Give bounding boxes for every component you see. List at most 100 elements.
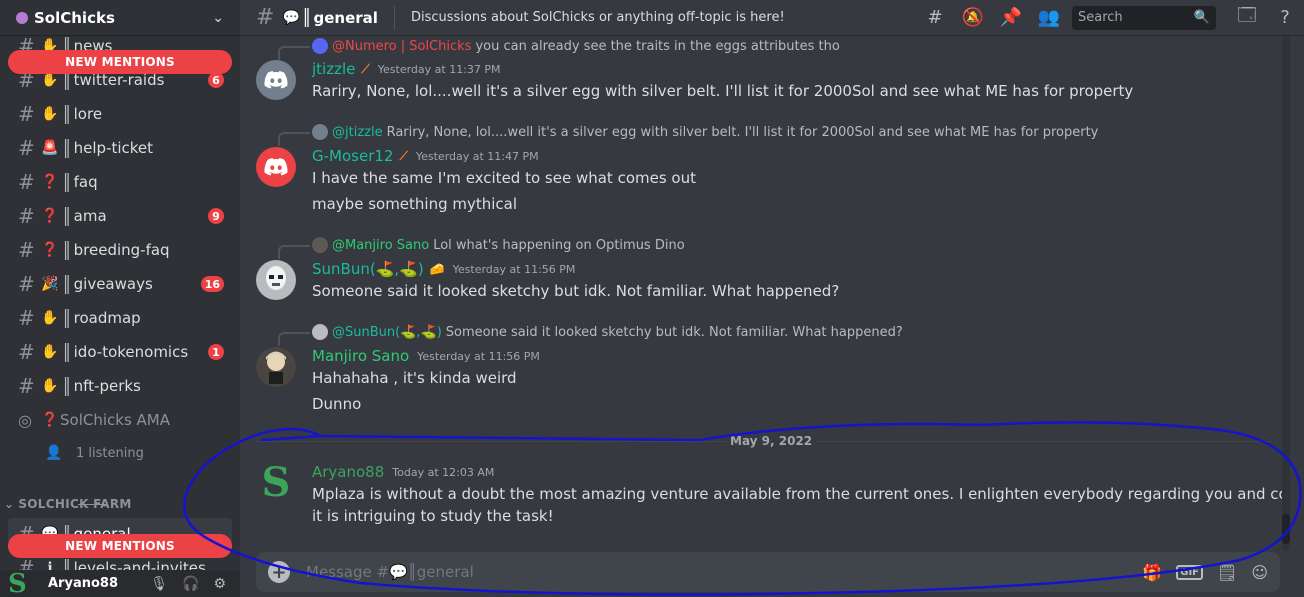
server-name: SolChicks bbox=[34, 8, 115, 27]
channel-giveaways[interactable]: # 🎉 ║ giveaways 16 bbox=[8, 268, 232, 300]
reply-avatar bbox=[312, 237, 328, 253]
message-list[interactable]: @Numero | SolChicks you can already see … bbox=[240, 36, 1288, 551]
deafen-icon[interactable]: 🎧 bbox=[182, 576, 199, 592]
discord-avatar[interactable] bbox=[256, 147, 296, 187]
message-author[interactable]: SunBun(⛳,⛳) bbox=[312, 260, 424, 278]
category-header[interactable]: ⌄ SOLCHICK FARM bbox=[4, 497, 132, 511]
message-composer[interactable]: + Message #💬║general 🎁 GIF 🗒 ☺ bbox=[256, 552, 1280, 592]
gift-icon[interactable]: 🎁 bbox=[1142, 563, 1162, 582]
scrollbar-thumb[interactable] bbox=[1282, 514, 1290, 544]
channel-roadmap[interactable]: # ✋ ║ roadmap bbox=[8, 302, 232, 334]
channel-lore[interactable]: # ✋ ║ lore bbox=[8, 98, 232, 130]
reply-reference[interactable]: @SunBun(⛳,⛳) Someone said it looked sket… bbox=[278, 322, 903, 346]
member-list-icon[interactable]: 👥 bbox=[1030, 7, 1068, 28]
anime-character-icon bbox=[266, 351, 286, 384]
channel-emoji: ✋ bbox=[41, 106, 59, 122]
manjiro-avatar[interactable] bbox=[256, 347, 296, 387]
unread-badge: 9 bbox=[208, 208, 224, 224]
unread-badge: 1 bbox=[208, 344, 224, 360]
channel-emoji: ✋ bbox=[41, 72, 59, 88]
message-text: Mplaza is without a doubt the most amazi… bbox=[312, 485, 1288, 503]
new-mentions-top-button[interactable]: NEW MENTIONS bbox=[8, 50, 232, 74]
hash-icon: # bbox=[18, 238, 35, 262]
channel-help-ticket[interactable]: # 🚨 ║ help-ticket bbox=[8, 132, 232, 164]
stage-channel-solchicks-ama[interactable]: ◎ ❓ SolChicks AMA bbox=[8, 404, 232, 436]
reply-author: @SunBun(⛳,⛳) bbox=[332, 324, 442, 340]
channel-emoji: ❓ bbox=[41, 208, 59, 224]
gif-button[interactable]: GIF bbox=[1176, 564, 1203, 580]
channel-emoji: ❓ bbox=[41, 174, 59, 190]
hash-icon: # bbox=[18, 204, 35, 228]
channel-name: SolChicks AMA bbox=[60, 411, 170, 429]
hash-icon: # bbox=[18, 170, 35, 194]
discord-logo-icon bbox=[264, 71, 288, 89]
channel-name: giveaways bbox=[73, 275, 153, 293]
message-author[interactable]: G-Moser12 bbox=[312, 147, 393, 165]
message-author[interactable]: Manjiro Sano bbox=[312, 347, 409, 365]
channel-nft-perks[interactable]: # ✋ ║ nft-perks bbox=[8, 370, 232, 402]
search-input[interactable]: Search 🔍 bbox=[1072, 5, 1216, 30]
date-divider-label: May 9, 2022 bbox=[726, 434, 817, 448]
channel-ama[interactable]: # ❓ ║ ama 9 bbox=[8, 200, 232, 232]
user-panel: S Aryano88 🎙 🎧 ⚙ bbox=[0, 570, 240, 597]
reply-author: @jtizzle bbox=[332, 124, 383, 140]
channel-emoji: ✋ bbox=[41, 344, 59, 360]
channel-emoji: 🎉 bbox=[41, 276, 59, 292]
message-scrollbar[interactable] bbox=[1282, 36, 1290, 551]
message-input[interactable]: Message #💬║general bbox=[306, 563, 1128, 581]
new-mentions-bottom-button[interactable]: NEW MENTIONS bbox=[8, 534, 232, 558]
reply-avatar bbox=[312, 124, 328, 140]
message-text: Dunno bbox=[312, 395, 362, 413]
message-author[interactable]: jtizzle bbox=[312, 60, 355, 78]
message-author[interactable]: Aryano88 bbox=[312, 463, 384, 481]
reply-text: Rariry, None, lol....well it's a silver … bbox=[386, 124, 1099, 140]
channel-faq[interactable]: # ❓ ║ faq bbox=[8, 166, 232, 198]
reply-text: Lol what's happening on Optimus Dino bbox=[433, 237, 685, 253]
server-header[interactable]: SolChicks ⌄ bbox=[0, 0, 240, 36]
unread-badge: 16 bbox=[200, 276, 224, 292]
channel-topic[interactable]: Discussions about SolChicks or anything … bbox=[411, 10, 916, 25]
hash-icon: # bbox=[18, 136, 35, 160]
stormtrooper-avatar[interactable] bbox=[256, 260, 296, 300]
user-avatar[interactable]: S bbox=[8, 570, 36, 597]
user-avatar-s[interactable]: S bbox=[256, 459, 296, 506]
pinned-messages-icon[interactable]: 📌 bbox=[992, 7, 1030, 28]
emoji-picker-icon[interactable]: ☺ bbox=[1251, 563, 1268, 582]
cheese-emoji-icon: 🧀 bbox=[429, 262, 445, 276]
category-name: SOLCHICK FARM bbox=[18, 497, 132, 511]
channel-emoji: ✋ bbox=[41, 310, 59, 326]
settings-gear-icon[interactable]: ⚙ bbox=[213, 576, 226, 592]
discord-avatar[interactable] bbox=[256, 60, 296, 100]
hash-icon: # bbox=[18, 306, 35, 330]
message-timestamp: Yesterday at 11:56 PM bbox=[417, 349, 540, 363]
username[interactable]: Aryano88 bbox=[48, 576, 150, 591]
message-timestamp: Yesterday at 11:56 PM bbox=[452, 262, 576, 276]
reply-reference[interactable]: @jtizzle Rariry, None, lol....well it's … bbox=[278, 122, 1099, 146]
message-text: Hahahaha , it's kinda weird bbox=[312, 369, 517, 387]
notification-bell-muted-icon[interactable]: 🔕 bbox=[954, 7, 992, 28]
mute-icon[interactable]: 🎙 bbox=[150, 576, 168, 592]
message-header: SunBun(⛳,⛳) 🧀 Yesterday at 11:56 PM bbox=[312, 258, 575, 280]
reply-reference[interactable]: @Manjiro Sano Lol what's happening on Op… bbox=[278, 235, 685, 259]
nitro-boost-icon: ⟋ bbox=[361, 61, 370, 76]
chevron-down-icon[interactable]: ⌄ bbox=[212, 10, 224, 26]
channel-breeding-faq[interactable]: # ❓ ║ breeding-faq bbox=[8, 234, 232, 266]
search-icon: 🔍 bbox=[1193, 10, 1210, 25]
channel-name: faq bbox=[73, 173, 98, 191]
threads-icon[interactable]: # bbox=[916, 7, 954, 28]
channel-emoji: ✋ bbox=[41, 378, 59, 394]
channel-ido-tokenomics[interactable]: # ✋ ║ ido-tokenomics 1 bbox=[8, 336, 232, 368]
sticker-icon[interactable]: 🗒 bbox=[1217, 563, 1237, 582]
listening-count[interactable]: 👤 1 listening bbox=[44, 441, 224, 465]
hash-icon: # bbox=[18, 340, 35, 364]
reply-reference[interactable]: @Numero | SolChicks you can already see … bbox=[278, 36, 840, 60]
message-header: Aryano88 Today at 12:03 AM bbox=[312, 461, 494, 483]
inbox-icon[interactable]: 🗔 bbox=[1228, 3, 1266, 33]
help-icon[interactable]: ? bbox=[1266, 7, 1304, 28]
message-header: G-Moser12 ⟋ Yesterday at 11:47 PM bbox=[312, 145, 539, 167]
channel-name: ama bbox=[73, 207, 107, 225]
attach-plus-button[interactable]: + bbox=[268, 561, 290, 583]
channel-header: # 💬 ║ general Discussions about SolChick… bbox=[240, 0, 1304, 36]
message-timestamp: Today at 12:03 AM bbox=[392, 465, 495, 479]
reply-avatar bbox=[312, 38, 328, 54]
